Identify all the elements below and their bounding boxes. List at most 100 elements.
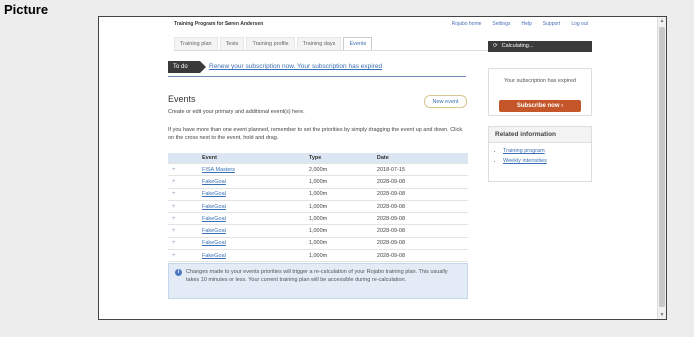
todo-banner: To do Renew your subscription now. Your … — [168, 61, 466, 77]
event-link[interactable]: FakeGoal — [202, 228, 226, 234]
related-information-panel: Related information Training program Wee… — [488, 126, 592, 182]
table-row[interactable]: + FakeGoal 1,000m 2028-09-08 — [168, 187, 468, 201]
link-settings[interactable]: Settings — [492, 21, 510, 27]
table-header-row: Event Type Date — [168, 153, 468, 164]
drag-handle-icon[interactable]: + — [168, 162, 202, 176]
event-date-cell: 2028-09-08 — [376, 175, 468, 189]
table-row[interactable]: + FakeGoal 1,000m 2028-09-08 — [168, 249, 468, 263]
table-row[interactable]: + FISA Masters 2,000m 2018-07-15 — [168, 162, 468, 176]
browser-frame: Training Program for Søren Andersen Roja… — [98, 16, 667, 320]
event-link[interactable]: FakeGoal — [202, 191, 226, 197]
page-title: Events — [168, 94, 196, 104]
event-type-cell: 1,000m — [308, 187, 377, 201]
weekly-intensities-link[interactable]: Weekly intensities — [503, 158, 547, 164]
top-bar: Training Program for Søren Andersen Roja… — [174, 21, 588, 31]
training-program-link[interactable]: Training program — [503, 148, 545, 154]
scroll-down-icon[interactable]: ▼ — [658, 311, 666, 319]
tab-bar: Training plan Tests Training profile Tra… — [174, 37, 374, 50]
tab-training-plan[interactable]: Training plan — [174, 37, 218, 50]
drag-handle-icon[interactable]: + — [168, 199, 202, 213]
related-title: Related information — [489, 127, 591, 143]
refresh-icon: ⟳ — [493, 43, 498, 49]
list-item: Weekly intensities — [503, 158, 591, 164]
event-link[interactable]: FISA Masters — [202, 167, 235, 173]
event-link[interactable]: FakeGoal — [202, 216, 226, 222]
recalculation-info-box: i Changes made to your events priorities… — [168, 263, 468, 299]
event-name-cell: FakeGoal — [202, 187, 309, 201]
new-event-button[interactable]: New event — [424, 95, 467, 108]
column-handle — [168, 153, 202, 164]
event-link[interactable]: FakeGoal — [202, 179, 226, 185]
event-date-cell: 2028-09-08 — [376, 212, 468, 225]
event-type-cell: 1,000m — [308, 175, 377, 189]
subscription-text: Your subscription has expired — [504, 78, 576, 84]
event-link[interactable]: FakeGoal — [202, 204, 226, 210]
subscribe-now-button[interactable]: Subscribe now › — [499, 100, 581, 112]
table-row[interactable]: + FakeGoal 1,000m 2028-09-08 — [168, 212, 468, 225]
todo-arrow-icon — [200, 61, 206, 73]
app-title: Training Program for Søren Andersen — [174, 21, 264, 27]
event-date-cell: 2028-09-08 — [376, 224, 468, 238]
tab-training-days[interactable]: Training days — [296, 37, 342, 50]
link-support[interactable]: Support — [543, 21, 561, 27]
calculation-status-bar: ⟳ Calculating... — [488, 41, 592, 52]
vertical-scrollbar[interactable]: ▲ ▼ — [657, 17, 666, 319]
link-help[interactable]: Help — [522, 21, 532, 27]
chevron-right-icon: › — [561, 103, 564, 109]
event-type-cell: 1,000m — [308, 212, 377, 225]
event-name-cell: FISA Masters — [202, 162, 309, 176]
event-date-cell: 2028-09-08 — [376, 236, 468, 250]
table-row[interactable]: + FakeGoal 1,000m 2028-09-08 — [168, 175, 468, 189]
column-event: Event — [202, 153, 309, 164]
drag-handle-icon[interactable]: + — [168, 249, 202, 263]
renew-subscription-link[interactable]: Renew your subscription now. Your subscr… — [209, 63, 382, 70]
drag-handle-icon[interactable]: + — [168, 212, 202, 225]
scroll-thumb[interactable] — [659, 27, 665, 307]
drag-handle-icon[interactable]: + — [168, 187, 202, 201]
link-rojabo-home[interactable]: Rojabo home — [452, 21, 482, 27]
link-log-out[interactable]: Log out — [571, 21, 588, 27]
event-type-cell: 1,000m — [308, 236, 377, 250]
event-name-cell: FakeGoal — [202, 249, 309, 263]
drag-handle-icon[interactable]: + — [168, 236, 202, 250]
table-row[interactable]: + FakeGoal 1,000m 2028-09-08 — [168, 224, 468, 238]
status-text: Calculating... — [501, 43, 534, 49]
tab-events[interactable]: Events — [343, 37, 373, 50]
event-name-cell: FakeGoal — [202, 199, 309, 213]
event-name-cell: FakeGoal — [202, 212, 309, 225]
event-link[interactable]: FakeGoal — [202, 240, 226, 246]
tab-training-profile[interactable]: Training profile — [246, 37, 295, 50]
drag-handle-icon[interactable]: + — [168, 175, 202, 189]
events-table: Event Type Date + FISA Masters 2,000m 20… — [168, 153, 468, 263]
column-type: Type — [308, 153, 377, 164]
column-date: Date — [376, 153, 468, 164]
event-name-cell: FakeGoal — [202, 175, 309, 189]
todo-underline — [168, 76, 466, 77]
event-name-cell: FakeGoal — [202, 236, 309, 250]
event-date-cell: 2028-09-08 — [376, 187, 468, 201]
tab-tests[interactable]: Tests — [219, 37, 245, 50]
event-type-cell: 1,000m — [308, 199, 377, 213]
events-note: If you have more than one event planned,… — [168, 127, 463, 141]
events-subtitle: Create or edit your primary and addition… — [168, 109, 305, 115]
event-date-cell: 2018-07-15 — [376, 162, 468, 176]
tab-divider — [174, 50, 494, 51]
event-type-cell: 1,000m — [308, 249, 377, 263]
caption: Picture — [4, 2, 49, 17]
event-type-cell: 2,000m — [308, 162, 377, 176]
table-row[interactable]: + FakeGoal 1,000m 2028-09-08 — [168, 236, 468, 250]
event-date-cell: 2028-09-08 — [376, 249, 468, 263]
todo-badge: To do — [168, 61, 200, 73]
scroll-up-icon[interactable]: ▲ — [658, 17, 666, 25]
list-item: Training program — [503, 148, 591, 154]
related-links: Training program Weekly intensities — [489, 148, 591, 164]
info-text: Changes made to your events priorities w… — [186, 269, 448, 283]
info-icon: i — [175, 269, 182, 276]
subscription-box: Your subscription has expired Subscribe … — [488, 68, 592, 116]
subscribe-label: Subscribe now — [516, 103, 560, 109]
event-link[interactable]: FakeGoal — [202, 253, 226, 259]
drag-handle-icon[interactable]: + — [168, 224, 202, 238]
event-name-cell: FakeGoal — [202, 224, 309, 238]
event-type-cell: 1,000m — [308, 224, 377, 238]
table-row[interactable]: + FakeGoal 1,000m 2028-09-08 — [168, 199, 468, 213]
